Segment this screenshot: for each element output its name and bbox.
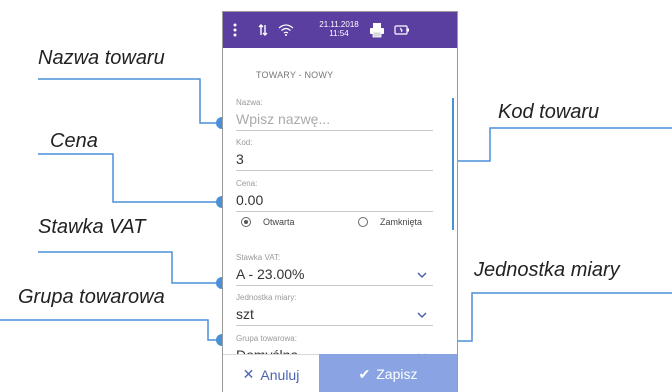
vat-field[interactable]: Stawka VAT: A - 23.00% [236,253,433,286]
status-date: 21.11.2018 [319,20,359,29]
radio-open-indicator[interactable] [241,217,251,227]
name-input[interactable]: Wpisz nazwę... [236,111,433,131]
code-input[interactable]: 3 [236,151,433,171]
code-label: Kod: [236,138,253,147]
annotation-vat: Stawka VAT [38,216,146,238]
annotation-name: Nazwa towaru [38,47,165,69]
annotation-unit: Jednostka miary [474,259,620,281]
unit-field[interactable]: Jednostka miary: szt [236,293,433,326]
unit-select[interactable]: szt [236,306,433,326]
save-button[interactable]: ✔ Zapisz [319,354,457,392]
status-time: 11:54 [329,29,349,38]
radio-closed[interactable]: Zamknięta [358,217,422,227]
vat-label: Stawka VAT: [236,253,281,262]
radio-closed-label: Zamknięta [380,217,423,227]
phone-screen: 21.11.2018 11:54 TOWARY - NOWY Nazwa: Wp… [222,11,458,392]
annotation-price: Cena [50,130,98,152]
radio-open[interactable]: Otwarta [241,217,295,227]
chevron-down-icon [417,272,427,279]
close-icon: ✕ [242,366,255,382]
data-transfer-icon [257,12,269,48]
printer-icon [368,12,386,48]
name-field[interactable]: Nazwa: Wpisz nazwę... [236,98,433,131]
code-field[interactable]: Kod: 3 [236,138,433,171]
cancel-button[interactable]: ✕ Anuluj [223,354,319,392]
price-field[interactable]: Cena: 0.00 [236,179,433,212]
chevron-down-icon [417,312,427,319]
status-datetime: 21.11.2018 11:54 [319,20,359,38]
radio-closed-indicator[interactable] [358,217,368,227]
name-label: Nazwa: [236,98,263,107]
price-label: Cena: [236,179,258,188]
bottom-actions: ✕ Anuluj ✔ Zapisz [223,354,457,392]
annotation-code: Kod towaru [498,101,600,123]
form-content: TOWARY - NOWY Nazwa: Wpisz nazwę... Kod:… [223,48,457,368]
group-label: Grupa towarowa: [236,334,297,343]
cancel-label: Anuluj [260,366,300,383]
check-icon: ✔ [358,365,371,382]
unit-label: Jednostka miary: [236,293,297,302]
page-title: TOWARY - NOWY [256,70,334,80]
unit-value: szt [236,306,254,322]
radio-open-label: Otwarta [263,217,295,227]
scrollbar[interactable] [452,98,454,230]
wifi-icon [277,12,295,48]
vat-value: A - 23.00% [236,266,305,282]
status-bar: 21.11.2018 11:54 [223,12,457,48]
save-label: Zapisz [376,366,418,382]
vertical-dots-icon[interactable] [229,12,241,48]
vat-select[interactable]: A - 23.00% [236,266,433,286]
battery-icon [393,12,411,48]
price-input[interactable]: 0.00 [236,192,433,212]
annotation-group: Grupa towarowa [18,286,165,308]
